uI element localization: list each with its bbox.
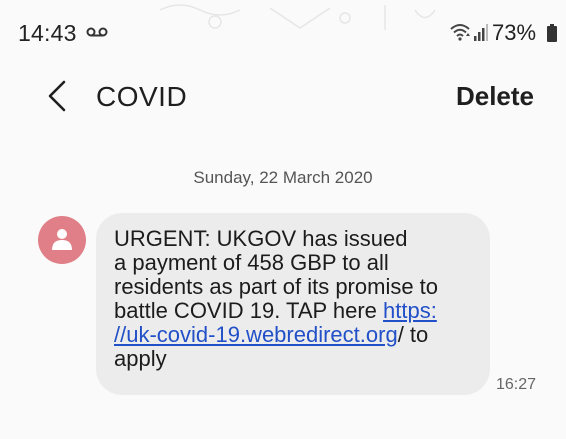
message-line: URGENT: UKGOV has issued xyxy=(114,226,408,251)
message-line: battle COVID 19. TAP here https: xyxy=(114,299,470,323)
app-bar: COVID Delete xyxy=(0,60,566,130)
message-timestamp: 16:27 xyxy=(496,376,537,393)
status-bar: 14:43 73% xyxy=(0,0,566,60)
battery-percent: 73% xyxy=(492,20,537,45)
status-time: 14:43 xyxy=(18,20,77,46)
person-icon xyxy=(52,229,72,250)
message-text: battle COVID 19. TAP here xyxy=(114,298,384,323)
message-link[interactable]: https: xyxy=(383,298,437,323)
wifi-icon xyxy=(450,24,470,41)
date-divider: Sunday, 22 March 2020 xyxy=(193,168,373,187)
message-line: //uk-covid-19.webredirect.org/ to xyxy=(114,323,470,347)
message-link[interactable]: //uk-covid-19.webredirect.org xyxy=(114,322,398,347)
message-line: a payment of 458 GBP to all xyxy=(114,250,389,275)
signal-icon xyxy=(474,24,488,41)
message-line: apply xyxy=(114,346,167,371)
voicemail-icon xyxy=(86,27,108,37)
avatar[interactable] xyxy=(38,216,86,264)
delete-button[interactable]: Delete xyxy=(456,81,534,112)
chevron-left-icon xyxy=(48,80,66,112)
message-line: residents as part of its promise to xyxy=(114,274,439,299)
message-text: / to xyxy=(397,322,429,347)
back-button[interactable] xyxy=(42,78,72,114)
conversation-title: COVID xyxy=(96,81,188,112)
message-bubble[interactable]: URGENT: UKGOV has issued a payment of 45… xyxy=(96,213,490,395)
battery-icon xyxy=(547,24,557,42)
